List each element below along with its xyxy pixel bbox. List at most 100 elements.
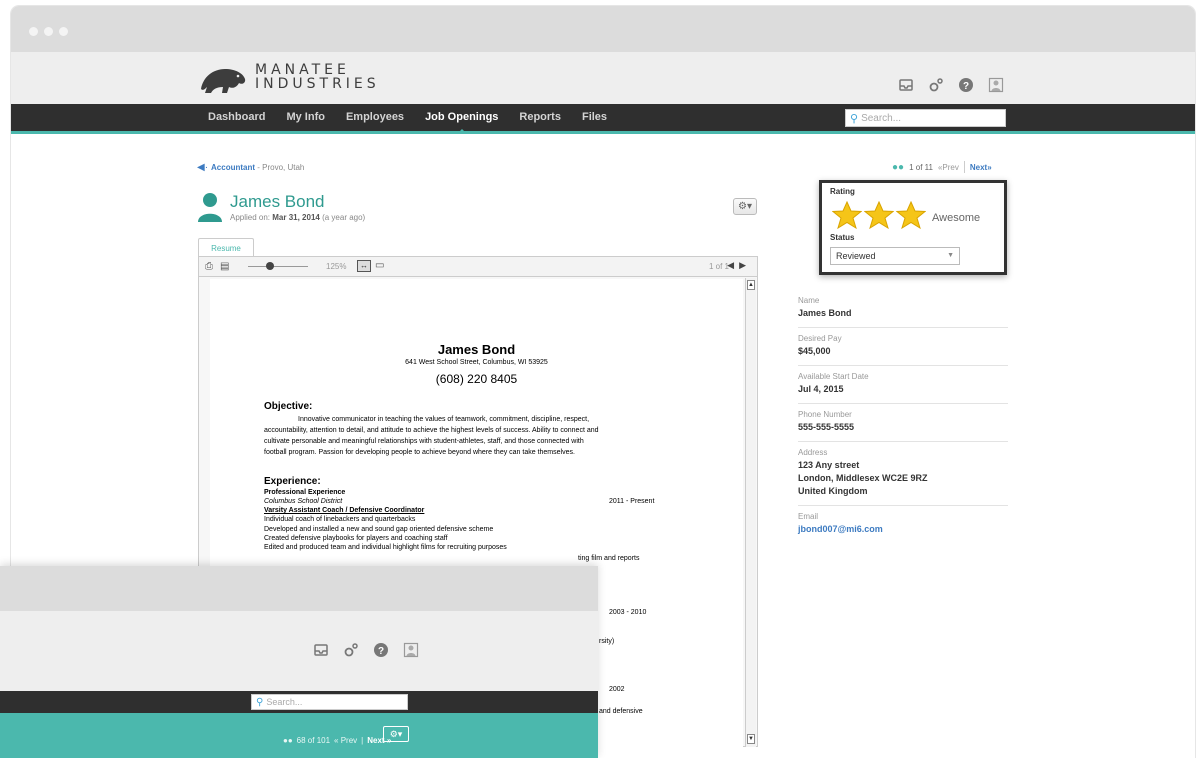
settings-icon[interactable] bbox=[342, 642, 360, 658]
overlay-search-input[interactable]: ⚲ Search... bbox=[251, 694, 408, 710]
search-icon: ⚲ bbox=[850, 112, 859, 125]
role-title: Varsity Assistant Coach / Defensive Coor… bbox=[264, 507, 425, 514]
nav-dashboard[interactable]: Dashboard bbox=[208, 104, 265, 131]
overlay-header: ? bbox=[0, 611, 598, 691]
help-icon[interactable]: ? bbox=[957, 77, 975, 93]
mobile-preview-window: ? ⚲ Search... ⚙▾ ●● 68 of 101 « Prev | N… bbox=[0, 566, 598, 758]
zoom-slider[interactable] bbox=[248, 266, 308, 267]
page-nav-arrows[interactable]: ◀▶ bbox=[727, 260, 751, 271]
minimize-dot[interactable] bbox=[44, 27, 53, 36]
professional-experience: Professional Experience bbox=[264, 489, 346, 496]
print-icon[interactable]: ⎙ bbox=[205, 261, 213, 272]
address-line-1: 123 Any street bbox=[798, 460, 860, 470]
scroll-up-icon[interactable]: ▲ bbox=[747, 280, 755, 290]
next-link[interactable]: Next» bbox=[970, 163, 992, 172]
date-range-2: 2003 - 2010 bbox=[609, 609, 647, 616]
back-arrow-icon[interactable]: ◀· bbox=[197, 162, 208, 173]
applied-date-value: Mar 31, 2014 bbox=[272, 213, 320, 222]
nav-files[interactable]: Files bbox=[582, 104, 607, 131]
overlay-search-placeholder: Search... bbox=[266, 697, 303, 707]
address-line-3: United Kingdom bbox=[798, 486, 868, 496]
detail-value: Jul 4, 2015 bbox=[798, 384, 844, 394]
status-select[interactable]: Reviewed ▼ bbox=[830, 247, 960, 265]
employer: Columbus School District bbox=[264, 498, 343, 505]
candidate-settings-button[interactable]: ⚙▾ bbox=[733, 198, 757, 215]
viewer-toolbar: ⎙ ▤ 125% ↔ ▭ 1 of 1 ◀▶ bbox=[199, 257, 757, 277]
detail-phone: Phone Number 555-555-5555 bbox=[798, 404, 1008, 442]
chevron-down-icon: ▼ bbox=[947, 252, 954, 259]
duty-3: Created defensive playbooks for players … bbox=[264, 535, 448, 542]
candidate-name: James Bond bbox=[230, 192, 325, 211]
brand-bottom: INDUSTRIES bbox=[255, 76, 380, 92]
overlay-prev-link[interactable]: « Prev bbox=[334, 736, 357, 745]
detail-label: Available Start Date bbox=[798, 372, 869, 381]
star-icon[interactable] bbox=[896, 201, 926, 229]
manatee-logo-icon bbox=[201, 69, 246, 93]
search-input[interactable]: ⚲ Search... bbox=[845, 109, 1006, 127]
nav-my-info[interactable]: My Info bbox=[286, 104, 325, 131]
overlay-pager-count: 68 of 101 bbox=[296, 736, 331, 745]
svg-text:?: ? bbox=[963, 81, 969, 92]
user-icon[interactable] bbox=[987, 77, 1005, 93]
detail-label: Name bbox=[798, 296, 820, 305]
brand-name: MANATEE INDUSTRIES bbox=[255, 63, 380, 91]
screen-icon[interactable]: ▭ bbox=[375, 260, 384, 271]
company-logo[interactable]: MANATEE INDUSTRIES bbox=[197, 59, 380, 95]
document-icon[interactable]: ▤ bbox=[220, 261, 229, 272]
search-icon: ⚲ bbox=[256, 696, 264, 708]
close-dot[interactable] bbox=[29, 27, 38, 36]
star-rating[interactable] bbox=[832, 201, 926, 229]
zoom-slider-handle[interactable] bbox=[266, 262, 274, 270]
fit-width-icon[interactable]: ↔ bbox=[357, 260, 371, 272]
resume-address: 641 West School Street, Columbus, WI 539… bbox=[405, 359, 548, 366]
detail-start-date: Available Start Date Jul 4, 2015 bbox=[798, 366, 1008, 404]
scroll-down-icon[interactable]: ▼ bbox=[747, 734, 755, 744]
applied-date: Applied on: Mar 31, 2014 (a year ago) bbox=[230, 213, 365, 222]
browser-chrome bbox=[11, 6, 1195, 52]
star-icon[interactable] bbox=[832, 201, 862, 229]
zoom-level: 125% bbox=[326, 262, 347, 271]
resume-fragment-3: and defensive bbox=[599, 708, 643, 715]
inbox-icon[interactable] bbox=[897, 77, 915, 93]
rating-popover: Rating Awesome Status Reviewed ▼ bbox=[819, 180, 1007, 275]
detail-label: Address bbox=[798, 448, 828, 457]
detail-name: Name James Bond bbox=[798, 290, 1008, 328]
date-range-3: 2002 bbox=[609, 686, 625, 693]
detail-label: Phone Number bbox=[798, 410, 852, 419]
resume-fragment-2: rsity) bbox=[599, 638, 615, 645]
people-icon: ●● bbox=[892, 161, 905, 173]
prev-link[interactable]: «Prev bbox=[938, 163, 959, 172]
viewer-scrollbar[interactable]: ▲ ▼ bbox=[745, 278, 756, 747]
help-icon[interactable]: ? bbox=[372, 642, 390, 658]
search-placeholder: Search... bbox=[861, 112, 902, 124]
candidate-details: Name James Bond Desired Pay $45,000 Avai… bbox=[798, 290, 1008, 543]
nav-employees[interactable]: Employees bbox=[346, 104, 404, 131]
detail-email: Email jbond007@mi6.com bbox=[798, 506, 1008, 543]
overlay-pager-divider: | bbox=[361, 736, 364, 745]
duty-4: Edited and produced team and individual … bbox=[264, 544, 507, 551]
email-link[interactable]: jbond007@mi6.com bbox=[798, 523, 1008, 536]
inbox-icon[interactable] bbox=[312, 642, 330, 658]
settings-icon[interactable] bbox=[927, 77, 945, 93]
detail-label: Email bbox=[798, 512, 819, 521]
main-nav: Dashboard My Info Employees Job Openings… bbox=[11, 104, 1195, 134]
nav-job-openings[interactable]: Job Openings bbox=[425, 104, 498, 134]
breadcrumb-job-link[interactable]: Accountant bbox=[211, 163, 255, 172]
tab-resume[interactable]: Resume bbox=[198, 238, 254, 257]
gear-icon: ⚙▾ bbox=[389, 728, 403, 739]
address-line-2: London, Middlesex WC2E 9RZ bbox=[798, 473, 928, 483]
detail-desired-pay: Desired Pay $45,000 bbox=[798, 328, 1008, 366]
applied-label: Applied on: bbox=[230, 213, 273, 222]
rating-label: Rating bbox=[830, 187, 855, 196]
objective-line-2: accountability, attention to detail, and… bbox=[264, 427, 599, 434]
overlay-next-link[interactable]: Next » bbox=[367, 736, 391, 745]
resume-name: James Bond bbox=[437, 342, 516, 357]
duty-1: Individual coach of linebackers and quar… bbox=[264, 516, 416, 523]
candidate-header: James Bond Applied on: Mar 31, 2014 (a y… bbox=[198, 192, 365, 222]
avatar-icon bbox=[198, 193, 222, 222]
user-icon[interactable] bbox=[402, 642, 420, 658]
breadcrumb: ◀· Accountant - Provo, Utah bbox=[197, 162, 304, 173]
maximize-dot[interactable] bbox=[59, 27, 68, 36]
nav-reports[interactable]: Reports bbox=[519, 104, 561, 131]
star-icon[interactable] bbox=[864, 201, 894, 229]
